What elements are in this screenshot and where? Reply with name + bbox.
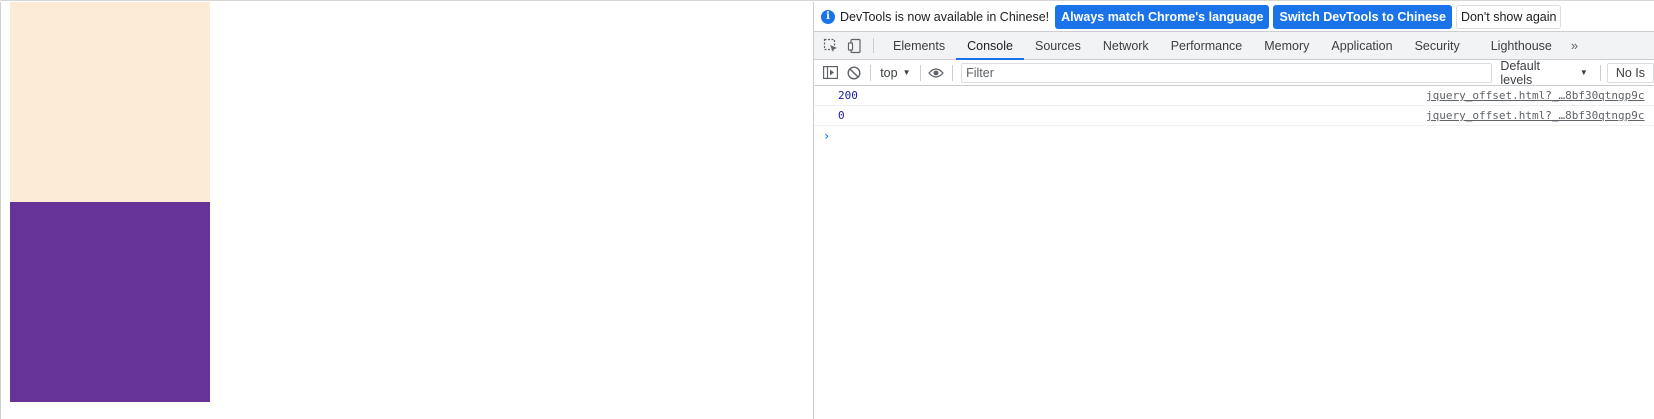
purple-box	[10, 202, 210, 402]
toolbar-divider	[870, 64, 872, 81]
console-message: 0 jquery_offset.html?_…8bf30qtngp9c	[814, 106, 1654, 126]
dont-show-again-button[interactable]: Don't show again	[1455, 4, 1562, 29]
switch-to-chinese-button[interactable]: Switch DevTools to Chinese	[1273, 4, 1452, 29]
inspect-element-icon[interactable]	[819, 32, 843, 59]
prompt-chevron-icon: ›	[823, 129, 831, 143]
tab-sources[interactable]: Sources	[1024, 32, 1092, 59]
more-tabs-icon[interactable]: »	[1563, 32, 1586, 59]
devtools-panel: i DevTools is now available in Chinese! …	[813, 2, 1654, 419]
issues-button[interactable]: No Is	[1606, 62, 1654, 83]
message-value: 200	[838, 89, 858, 102]
filter-input[interactable]: Filter	[961, 62, 1493, 83]
tab-divider	[873, 38, 874, 53]
clear-console-icon[interactable]	[843, 63, 867, 83]
toolbar-divider	[1599, 64, 1601, 81]
devtools-tabbar: Elements Console Sources Network Perform…	[814, 32, 1654, 60]
tab-lighthouse[interactable]: Lighthouse	[1471, 32, 1563, 59]
tab-console[interactable]: Console	[956, 32, 1024, 60]
bisque-box	[10, 2, 210, 202]
page-viewport	[0, 2, 813, 419]
console-message: 200 jquery_offset.html?_…8bf30qtngp9c	[814, 86, 1654, 106]
device-toolbar-icon[interactable]	[843, 32, 867, 59]
console-output: 200 jquery_offset.html?_…8bf30qtngp9c 0 …	[814, 86, 1654, 146]
context-selector[interactable]: top ▼	[875, 66, 915, 80]
browser-window: i DevTools is now available in Chinese! …	[0, 0, 1654, 419]
message-value: 0	[838, 109, 845, 122]
match-language-button[interactable]: Always match Chrome's language	[1055, 4, 1270, 29]
context-label: top	[880, 65, 898, 80]
tab-memory[interactable]: Memory	[1253, 32, 1320, 59]
message-source-link[interactable]: jquery_offset.html?_…8bf30qtngp9c	[1426, 89, 1645, 102]
log-levels-label: Default levels	[1500, 58, 1540, 87]
tab-performance[interactable]: Performance	[1160, 32, 1254, 59]
chevron-down-icon: ▼	[1579, 68, 1588, 77]
chevron-down-icon: ▼	[902, 68, 911, 77]
toolbar-divider	[952, 64, 954, 81]
tab-network[interactable]: Network	[1092, 32, 1160, 59]
info-icon: i	[821, 9, 835, 24]
eye-icon[interactable]	[925, 63, 949, 83]
tab-application[interactable]: Application	[1320, 32, 1403, 59]
console-toolbar: top ▼ Filter Default levels ▼ No Is	[814, 59, 1654, 87]
show-sidebar-icon[interactable]	[819, 63, 843, 83]
console-prompt[interactable]: ›	[814, 126, 1654, 146]
log-levels-dropdown[interactable]: Default levels ▼	[1492, 59, 1596, 87]
tab-security[interactable]: Security	[1404, 32, 1471, 59]
toolbar-divider	[919, 64, 921, 81]
language-infobar: i DevTools is now available in Chinese! …	[814, 2, 1654, 32]
infobar-message: DevTools is now available in Chinese!	[840, 9, 1050, 24]
tab-elements[interactable]: Elements	[882, 32, 956, 59]
message-source-link[interactable]: jquery_offset.html?_…8bf30qtngp9c	[1426, 109, 1645, 122]
